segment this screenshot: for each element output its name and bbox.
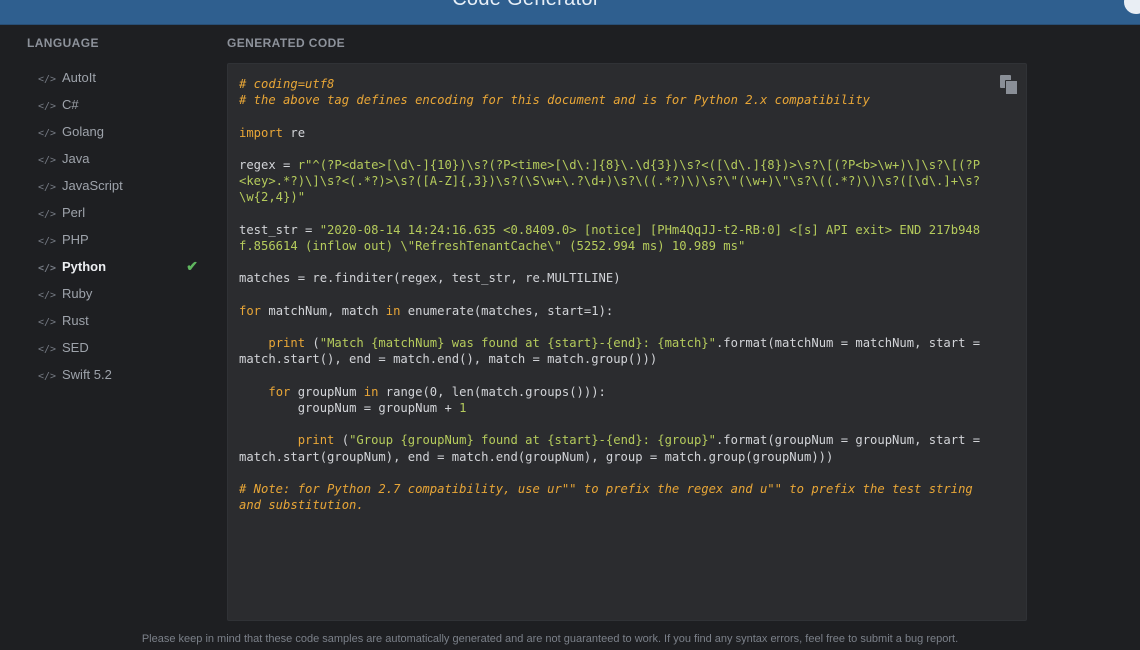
code-text: groupNum = groupNum + — [297, 401, 460, 416]
code-icon: </> — [38, 74, 57, 85]
code-text: match.start(groupNum), end = match.end(g… — [239, 449, 834, 464]
language-item-sed[interactable]: </> SED — [26, 334, 214, 361]
language-item-autoit[interactable]: </> AutoIt — [26, 64, 214, 91]
code-comment: and substitution. — [239, 498, 364, 513]
code-comment: # the above tag defines encoding for thi… — [239, 93, 871, 108]
language-label: Swift 5.2 — [62, 367, 112, 382]
language-item-java[interactable]: </> Java — [26, 145, 214, 172]
code-string: f.856614 (inflow out) \"RefreshTenantCac… — [239, 239, 746, 254]
code-keyword: in — [385, 303, 401, 318]
language-item-python[interactable]: </> Python ✔ — [26, 253, 214, 280]
code-keyword: for — [239, 303, 262, 318]
close-icon[interactable] — [1124, 0, 1140, 14]
code-icon: </> — [38, 236, 57, 247]
language-item-rust[interactable]: </> Rust — [26, 307, 214, 334]
language-item-ruby[interactable]: </> Ruby — [26, 280, 214, 307]
language-label: Rust — [62, 313, 89, 328]
window-title: Code Generator — [0, 0, 1052, 11]
code-comment: # Note: for Python 2.7 compatibility, us… — [239, 482, 973, 497]
generated-code-header: GENERATED CODE — [227, 36, 346, 50]
code-text: groupNum — [290, 384, 364, 399]
code-icon: </> — [38, 344, 57, 355]
copy-icon[interactable] — [1000, 75, 1018, 95]
code-text: .format(matchNum = matchNum, start = — [715, 336, 981, 351]
code-text: regex = — [239, 158, 298, 173]
code-text: re — [283, 125, 306, 140]
language-item-golang[interactable]: </> Golang — [26, 118, 214, 145]
code-string: r"^(?P<date>[\d\-]{10})\s?(?P<time>[\d\:… — [297, 158, 981, 173]
code-string: "Match {matchNum} was found at {start}-{… — [319, 336, 716, 351]
code-text: range(0, len(match.groups())): — [378, 384, 606, 399]
code-block[interactable]: # coding=utf8 # the above tag defines en… — [228, 64, 1026, 513]
language-item-csharp[interactable]: </> C# — [26, 91, 214, 118]
language-item-swift[interactable]: </> Swift 5.2 — [26, 361, 214, 388]
code-string: \w{2,4})" — [239, 190, 306, 205]
code-icon: </> — [38, 209, 57, 220]
language-item-javascript[interactable]: </> JavaScript — [26, 172, 214, 199]
language-label: JavaScript — [62, 178, 123, 193]
language-label: Python — [62, 259, 107, 274]
code-string: "Group {groupNum} found at {start}-{end}… — [349, 433, 716, 448]
code-text: matchNum, match — [261, 303, 386, 318]
code-icon: </> — [38, 182, 57, 193]
language-label: Golang — [62, 124, 104, 139]
title-bar: Code Generator — [0, 0, 1140, 25]
code-icon: </> — [38, 263, 57, 274]
code-string: <key>.*?)\]\s?<(.*?)>\s?([A-Z]{,3})\s?(\… — [239, 174, 981, 189]
code-keyword: import — [239, 125, 284, 140]
code-icon: </> — [38, 155, 57, 166]
code-text: test_str = — [239, 222, 320, 237]
language-label: Java — [62, 151, 90, 166]
code-text: matches = re.finditer(regex, test_str, r… — [239, 271, 621, 286]
language-label: C# — [62, 97, 79, 112]
check-icon: ✔ — [186, 258, 198, 274]
code-text: .format(groupNum = groupNum, start = — [715, 433, 981, 448]
code-panel[interactable]: # coding=utf8 # the above tag defines en… — [227, 63, 1027, 621]
language-item-perl[interactable]: </> Perl — [26, 199, 214, 226]
language-header: LANGUAGE — [27, 36, 99, 50]
code-icon: </> — [38, 128, 57, 139]
code-icon: </> — [38, 317, 57, 328]
language-label: AutoIt — [62, 70, 96, 85]
footer-disclaimer: Please keep in mind that these code samp… — [141, 633, 959, 645]
code-keyword: print — [297, 433, 335, 448]
code-keyword: in — [363, 384, 379, 399]
code-keyword: print — [268, 336, 306, 351]
language-label: SED — [62, 340, 89, 355]
code-icon: </> — [38, 101, 57, 112]
code-comment: # coding=utf8 — [239, 77, 335, 91]
language-list: </> AutoIt </> C# </> Golang </> Java </> Jav… — [26, 64, 214, 388]
code-icon: </> — [38, 371, 57, 382]
code-keyword: for — [268, 384, 291, 399]
language-label: Ruby — [62, 286, 93, 301]
language-item-php[interactable]: </> PHP — [26, 226, 214, 253]
code-text: match.start(), end = match.end(), match … — [239, 352, 658, 367]
language-label: Perl — [62, 205, 86, 220]
code-icon: </> — [38, 290, 57, 301]
language-label: PHP — [62, 232, 89, 247]
code-string: "2020-08-14 14:24:16.635 <0.8409.0> [not… — [319, 222, 981, 237]
code-text: enumerate(matches, start=1): — [400, 303, 614, 318]
code-number: 1 — [459, 401, 467, 416]
